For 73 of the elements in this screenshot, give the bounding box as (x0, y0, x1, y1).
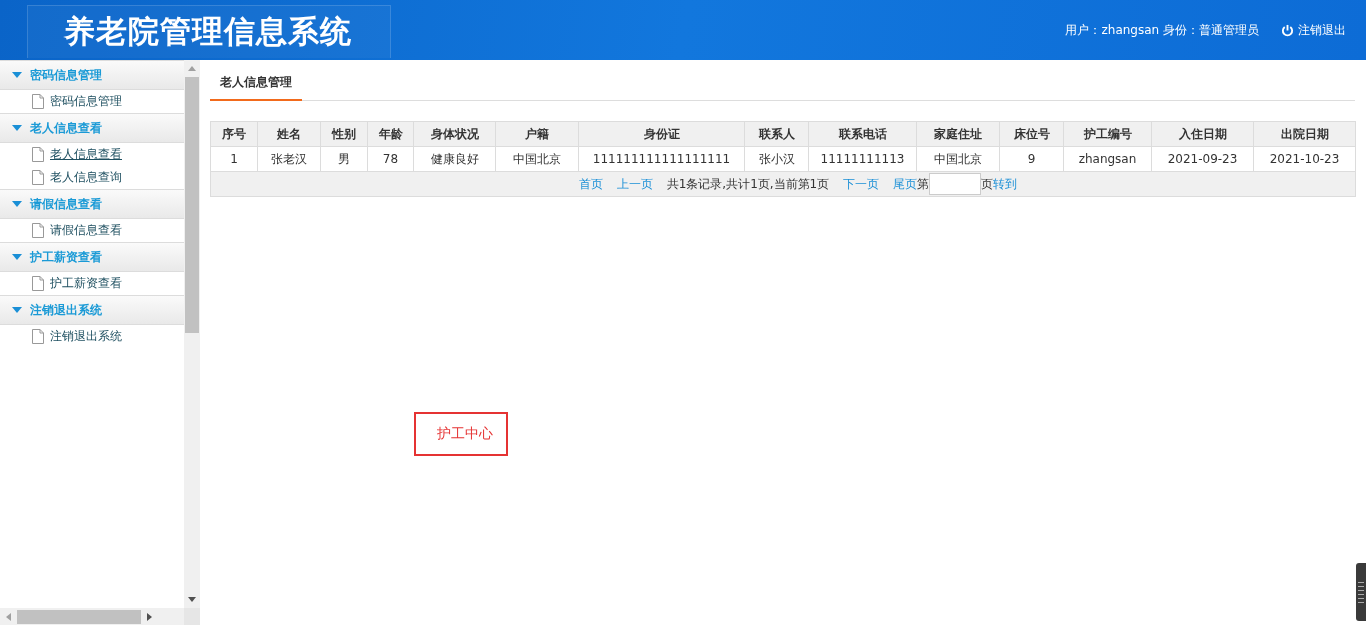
side-grip-icon[interactable] (1356, 563, 1366, 621)
table-cell: 9 (999, 146, 1064, 172)
column-header: 户籍 (495, 121, 579, 147)
scroll-right-arrow-icon[interactable] (147, 612, 152, 621)
first-page-link[interactable]: 首页 (578, 175, 603, 193)
previous-page-link[interactable]: 上一页 (616, 175, 653, 193)
column-header: 联系电话 (808, 121, 917, 147)
menu-item[interactable]: 注销退出系统 (0, 325, 184, 348)
document-icon (32, 329, 44, 344)
scroll-left-arrow-icon[interactable] (6, 612, 11, 621)
caret-icon (12, 254, 22, 260)
table-cell: zhangsan (1063, 146, 1152, 172)
column-header: 护工编号 (1063, 121, 1152, 147)
column-header: 联系人 (744, 121, 809, 147)
column-header: 入住日期 (1151, 121, 1254, 147)
table-cell: 111111111111111111 (578, 146, 745, 172)
column-header: 身份证 (578, 121, 745, 147)
system-title: 养老院管理信息系统 (64, 12, 352, 51)
table-cell: 11111111113 (808, 146, 917, 172)
page-summary: 共1条记录,共计1页,当前第1页 (666, 175, 830, 193)
page-suffix: 页 (981, 175, 994, 193)
column-header: 家庭住址 (916, 121, 1000, 147)
page-number-field[interactable] (929, 173, 982, 195)
caret-icon (12, 201, 22, 207)
scrollbar-corner (184, 608, 200, 625)
menu-item[interactable]: 护工薪资查看 (0, 272, 184, 295)
document-icon (32, 170, 44, 185)
menu-item[interactable]: 老人信息查询 (0, 166, 184, 189)
next-page-link[interactable]: 下一页 (843, 175, 880, 193)
logout-link[interactable]: 注销退出 (1281, 21, 1346, 39)
document-icon (32, 94, 44, 109)
table-cell: 张小汉 (744, 146, 809, 172)
menu-item[interactable]: 密码信息管理 (0, 90, 184, 113)
table-cell: 中国北京 (495, 146, 579, 172)
last-page-link[interactable]: 尾页 (893, 175, 918, 193)
table-cell: 2021-09-23 (1151, 146, 1254, 172)
vertical-scrollbar[interactable] (184, 60, 200, 608)
document-icon (32, 223, 44, 238)
column-header: 床位号 (999, 121, 1064, 147)
table-cell: 健康良好 (413, 146, 496, 172)
caret-icon (12, 125, 22, 131)
power-icon (1281, 23, 1294, 37)
user-info: 用户：zhangsan 身份：普通管理员 (1065, 21, 1259, 39)
menu-item[interactable]: 老人信息查看 (0, 143, 184, 166)
column-header: 身体状况 (413, 121, 496, 147)
caret-icon (12, 72, 22, 78)
menu-group-header[interactable]: 护工薪资查看 (0, 242, 184, 272)
horizontal-scrollbar[interactable] (0, 608, 200, 625)
menu-item[interactable]: 请假信息查看 (0, 219, 184, 242)
nurse-center-label: 护工中心 (414, 412, 508, 456)
column-header: 性别 (320, 121, 368, 147)
document-icon (32, 276, 44, 291)
table-cell: 2021-10-23 (1253, 146, 1356, 172)
menu-group-header[interactable]: 注销退出系统 (0, 295, 184, 325)
column-header: 年龄 (367, 121, 414, 147)
page-prefix: 第 (917, 175, 930, 193)
caret-icon (12, 307, 22, 313)
table-cell: 中国北京 (916, 146, 1000, 172)
menu-group-header[interactable]: 请假信息查看 (0, 189, 184, 219)
table-cell: 男 (320, 146, 368, 172)
column-header: 出院日期 (1253, 121, 1356, 147)
table-cell: 1 (210, 146, 258, 172)
scroll-up-arrow-icon[interactable] (188, 66, 196, 71)
column-header: 序号 (210, 121, 258, 147)
tab[interactable]: 老人信息管理 (210, 68, 302, 101)
menu-group-header[interactable]: 密码信息管理 (0, 60, 184, 90)
table-cell: 78 (367, 146, 414, 172)
column-header: 姓名 (257, 121, 321, 147)
table-cell: 张老汉 (257, 146, 321, 172)
menu-group-header[interactable]: 老人信息查看 (0, 113, 184, 143)
go-link[interactable]: 转到 (993, 175, 1018, 193)
scroll-down-arrow-icon[interactable] (188, 597, 196, 602)
document-icon (32, 147, 44, 162)
